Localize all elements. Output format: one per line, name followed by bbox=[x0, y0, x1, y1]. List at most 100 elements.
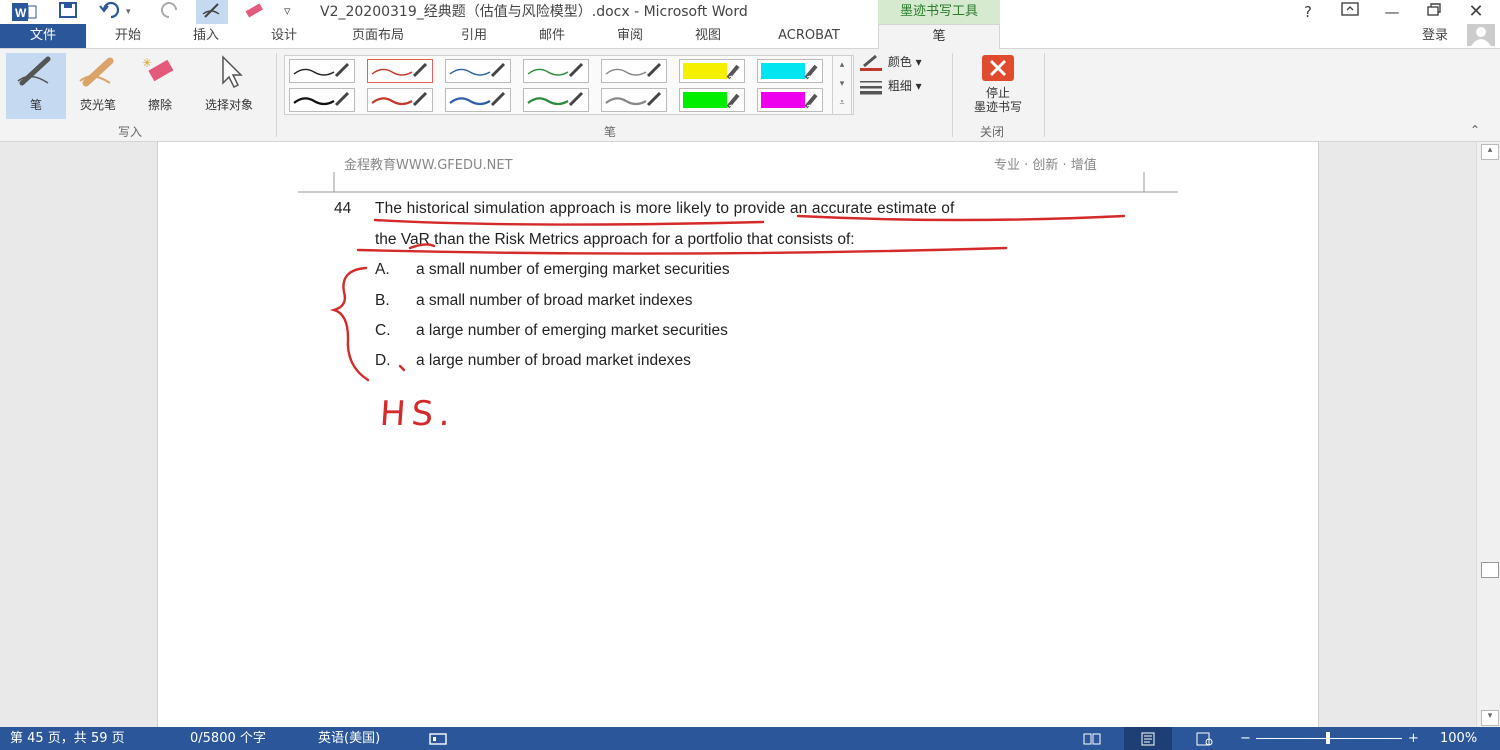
language-status[interactable]: 英语(美国) bbox=[318, 727, 380, 750]
close-icon[interactable]: ✕ bbox=[1456, 0, 1496, 24]
ribbon-display-icon[interactable] bbox=[1330, 0, 1370, 24]
option-c-text: a large number of emerging market securi… bbox=[416, 322, 728, 339]
title-bar: W ▾ ▿ V2_20200319_经典题（估值与风险模型）.docx - Mi… bbox=[0, 0, 1500, 24]
tab-home[interactable]: 开始 bbox=[96, 24, 160, 48]
save-icon[interactable] bbox=[56, 0, 80, 24]
pen-swatch[interactable] bbox=[757, 59, 823, 83]
highlighter-tool-button[interactable]: 荧光笔 bbox=[68, 53, 128, 119]
pen-swatch[interactable] bbox=[523, 88, 589, 112]
question-number: 44 bbox=[334, 200, 352, 217]
print-layout-icon[interactable] bbox=[1124, 727, 1172, 750]
pen-swatch[interactable] bbox=[601, 59, 667, 83]
zoom-level[interactable]: 100% bbox=[1440, 727, 1477, 750]
eraser-qat-icon[interactable] bbox=[242, 0, 266, 24]
tab-mailings[interactable]: 邮件 bbox=[520, 24, 584, 48]
tab-file[interactable]: 文件 bbox=[0, 24, 86, 48]
option-d-text: a large number of broad market indexes bbox=[416, 352, 691, 369]
eraser-tool-label: 擦除 bbox=[147, 98, 172, 112]
tab-page-layout[interactable]: 页面布局 bbox=[330, 24, 426, 48]
pen-swatch[interactable] bbox=[679, 59, 745, 83]
undo-icon[interactable]: ▾ bbox=[98, 0, 138, 24]
pen-tool-label: 笔 bbox=[29, 98, 42, 112]
ink-color-label: 颜色 bbox=[887, 55, 912, 69]
ink-brace bbox=[329, 266, 370, 382]
word-count[interactable]: 0/5800 个字 bbox=[190, 727, 266, 750]
highlighter-tool-label: 荧光笔 bbox=[79, 98, 116, 112]
cursor-arrow-icon bbox=[222, 55, 243, 89]
status-bar: 第 45 页，共 59 页 0/5800 个字 英语(美国) − + 100% bbox=[0, 727, 1500, 750]
pen-swatch[interactable] bbox=[601, 88, 667, 112]
read-mode-icon[interactable] bbox=[1082, 727, 1102, 750]
select-objects-button[interactable]: 选择对象 bbox=[192, 53, 266, 119]
gallery-scroll[interactable]: ▴ ▾ ⩡ bbox=[832, 55, 852, 115]
option-a-text: a small number of emerging market securi… bbox=[416, 261, 730, 278]
vertical-scrollbar[interactable]: ▴ ▾ bbox=[1476, 142, 1500, 727]
pen-swatch[interactable] bbox=[289, 59, 355, 83]
ink-color-icon bbox=[860, 54, 882, 71]
minimize-icon[interactable]: — bbox=[1372, 0, 1412, 24]
tab-acrobat[interactable]: ACROBAT bbox=[756, 24, 862, 48]
zoom-out-icon[interactable]: − bbox=[1240, 727, 1251, 750]
scroll-down-icon[interactable]: ▾ bbox=[1481, 710, 1499, 726]
page-count[interactable]: 第 45 页，共 59 页 bbox=[10, 727, 125, 750]
restore-icon[interactable] bbox=[1414, 0, 1454, 24]
tab-view[interactable]: 视图 bbox=[676, 24, 740, 48]
web-layout-icon[interactable] bbox=[1194, 727, 1214, 750]
document-area: 金程教育WWW.GFEDU.NET 专业 · 创新 · 增值 44 The hi… bbox=[0, 142, 1476, 727]
option-b-letter: B. bbox=[375, 292, 390, 309]
group-separator bbox=[952, 53, 953, 137]
eraser-tool-button[interactable]: ✳ 擦除 bbox=[130, 53, 190, 119]
user-avatar-icon[interactable] bbox=[1464, 24, 1498, 48]
ink-weight-dropdown[interactable]: 粗细 ▾ bbox=[858, 77, 948, 99]
ribbon-tab-bar: 文件 开始 插入 设计 页面布局 引用 邮件 审阅 视图 ACROBAT 笔 登… bbox=[0, 24, 1500, 50]
document-page[interactable]: 金程教育WWW.GFEDU.NET 专业 · 创新 · 增值 44 The hi… bbox=[157, 142, 1319, 727]
handwritten-note: HS. bbox=[378, 394, 458, 434]
zoom-in-icon[interactable]: + bbox=[1408, 727, 1419, 750]
collapse-ribbon-icon[interactable]: ⌃ bbox=[1470, 123, 1480, 137]
tab-review[interactable]: 审阅 bbox=[598, 24, 662, 48]
pen-tool-button[interactable]: 笔 bbox=[6, 53, 66, 119]
group-separator bbox=[276, 53, 277, 137]
tab-pens[interactable]: 笔 bbox=[878, 24, 1000, 50]
stop-inking-label-2: 墨迹书写 bbox=[973, 100, 1022, 114]
macro-record-icon[interactable] bbox=[428, 727, 448, 750]
scroll-thumb[interactable] bbox=[1481, 562, 1499, 578]
select-objects-label: 选择对象 bbox=[204, 98, 253, 112]
word-app-icon[interactable]: W bbox=[12, 0, 38, 24]
pen-swatch[interactable] bbox=[367, 88, 433, 112]
login-link[interactable]: 登录 bbox=[1410, 24, 1460, 48]
zoom-slider[interactable] bbox=[1256, 727, 1402, 750]
stop-inking-button[interactable]: 停止 墨迹书写 bbox=[958, 53, 1038, 119]
help-icon[interactable]: ? bbox=[1288, 0, 1328, 24]
pen-icon bbox=[17, 56, 51, 86]
pen-swatch[interactable] bbox=[523, 59, 589, 83]
close-ink-x-icon bbox=[982, 55, 1014, 81]
option-c-letter: C. bbox=[375, 322, 391, 339]
write-group-label: 写入 bbox=[118, 125, 143, 139]
svg-text:▾: ▾ bbox=[126, 7, 131, 17]
stop-inking-label-1: 停止 bbox=[985, 86, 1010, 100]
pen-swatch[interactable] bbox=[757, 88, 823, 112]
tab-references[interactable]: 引用 bbox=[442, 24, 506, 48]
redo-icon[interactable] bbox=[158, 0, 182, 24]
ink-weight-label: 粗细 bbox=[887, 79, 912, 93]
tab-insert[interactable]: 插入 bbox=[174, 24, 238, 48]
customize-qat-icon[interactable]: ▿ bbox=[284, 0, 291, 24]
close-group-label: 关闭 bbox=[980, 125, 1005, 139]
touch-mode-pen-icon[interactable] bbox=[196, 0, 228, 24]
group-separator bbox=[1044, 53, 1045, 137]
scroll-up-icon[interactable]: ▴ bbox=[1481, 144, 1499, 160]
pen-swatch[interactable] bbox=[445, 59, 511, 83]
pen-swatch[interactable] bbox=[289, 88, 355, 112]
tab-design[interactable]: 设计 bbox=[252, 24, 316, 48]
question-line-1: The historical simulation approach is mo… bbox=[375, 200, 955, 217]
zoom-slider-thumb[interactable] bbox=[1326, 732, 1330, 744]
contextual-tab-label: 墨迹书写工具 bbox=[878, 0, 1000, 24]
ink-dot bbox=[398, 364, 406, 372]
pen-swatch[interactable] bbox=[367, 59, 433, 83]
ink-color-dropdown[interactable]: 颜色 ▾ bbox=[858, 53, 948, 75]
pen-swatch[interactable] bbox=[679, 88, 745, 112]
pen-swatch[interactable] bbox=[445, 88, 511, 112]
ribbon-panel: 笔 荧光笔 ✳ 擦除 选择对象 写入 ▴ ▾ ⩡ 颜色 ▾ 粗细 ▾ 笔 停止 墨迹… bbox=[0, 49, 1500, 142]
eraser-icon: ✳ bbox=[142, 56, 174, 82]
